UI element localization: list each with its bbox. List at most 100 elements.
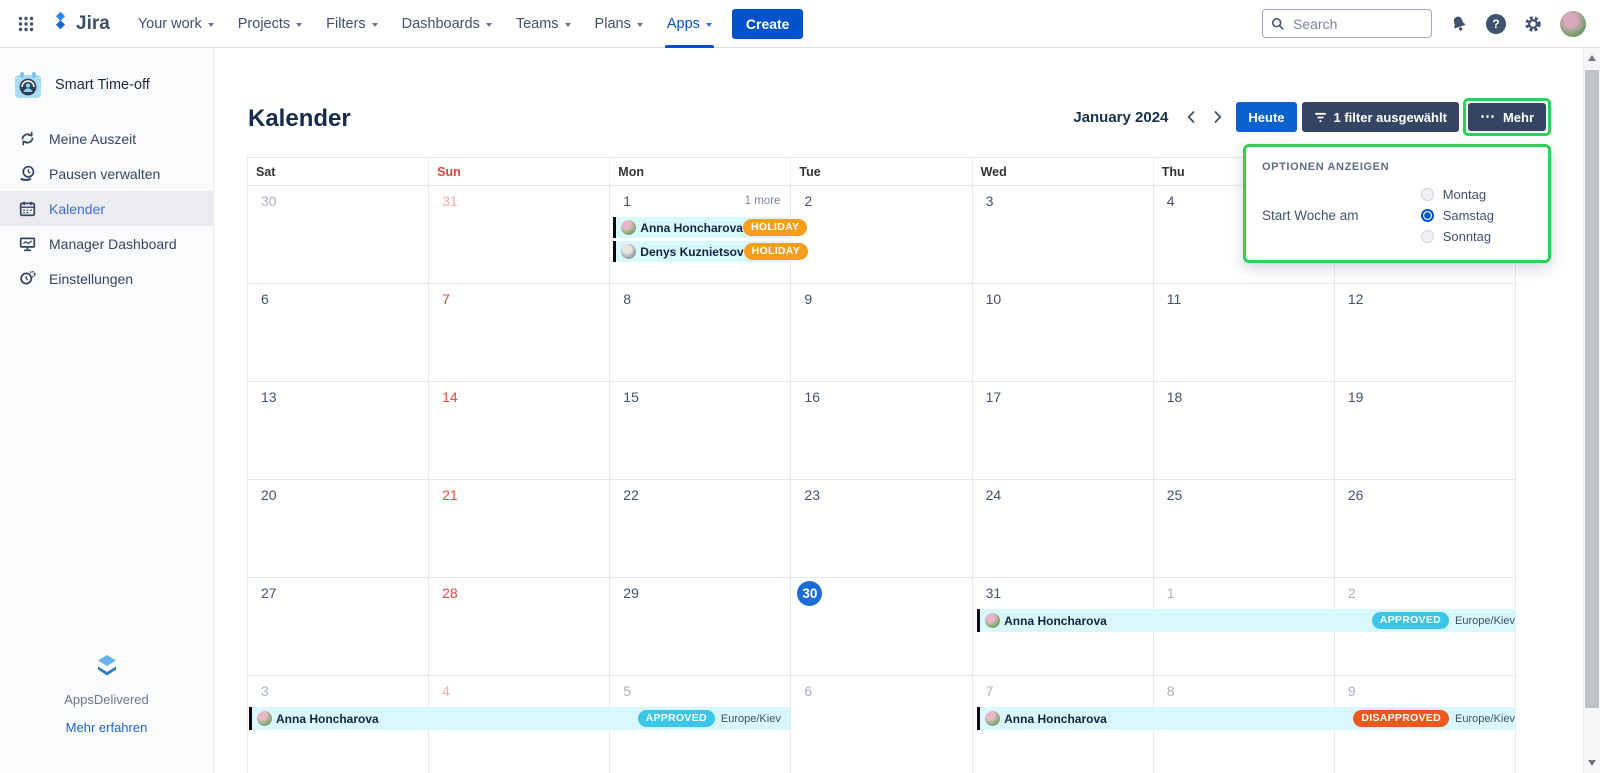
sidebar-item-manager-dashboard[interactable]: Manager Dashboard — [0, 226, 213, 261]
scrollbar-thumb[interactable] — [1585, 70, 1599, 708]
radio-unselected-icon[interactable] — [1421, 230, 1434, 243]
day-cell[interactable]: 20 — [248, 479, 429, 577]
nav-dashboards[interactable]: Dashboards — [390, 0, 504, 48]
filter-button-label: 1 filter ausgewählt — [1334, 110, 1447, 125]
day-cell[interactable]: 15 — [610, 381, 791, 479]
date-number: 11 — [1167, 291, 1182, 307]
radio-selected-icon[interactable] — [1421, 209, 1434, 222]
day-cell[interactable]: 6 — [248, 283, 429, 381]
nav-your-work[interactable]: Your work — [126, 0, 226, 48]
day-cell[interactable]: 19 — [1335, 381, 1516, 479]
day-cell[interactable]: 23 — [791, 479, 972, 577]
more-button[interactable]: ⋯ Mehr — [1468, 103, 1546, 131]
nav-projects[interactable]: Projects — [226, 0, 314, 48]
day-cell[interactable]: 2 — [791, 185, 972, 283]
radio-option-montag[interactable]: Montag — [1421, 184, 1494, 205]
chevron-down-icon — [372, 23, 378, 27]
day-cell[interactable]: 18 — [1154, 381, 1335, 479]
app-switcher-icon[interactable] — [10, 8, 42, 40]
user-avatar[interactable] — [1560, 11, 1586, 37]
date-number: 6 — [261, 291, 269, 307]
day-cell[interactable]: 16 — [791, 381, 972, 479]
date-number: 23 — [804, 487, 820, 503]
day-cell[interactable]: 31 — [429, 185, 610, 283]
day-cell[interactable]: 3 — [973, 185, 1154, 283]
calendar-weeks: 303111 moreAnna HoncharovaHOLIDAYDenys K… — [248, 185, 1516, 773]
search-input[interactable] — [1263, 16, 1431, 32]
next-month-button[interactable] — [1204, 104, 1230, 130]
date-number: 30 — [261, 193, 277, 209]
day-cell[interactable]: 11 — [1154, 283, 1335, 381]
date-number: 1 — [623, 193, 631, 209]
day-cell[interactable]: 10 — [973, 283, 1154, 381]
sidebar-item-label: Einstellungen — [49, 271, 133, 287]
filter-icon — [1314, 112, 1327, 123]
mehr-erfahren-link[interactable]: Mehr erfahren — [66, 720, 148, 735]
day-cell[interactable]: 22 — [610, 479, 791, 577]
day-cell[interactable]: 14 — [429, 381, 610, 479]
day-cell[interactable]: 7 — [429, 283, 610, 381]
radio-option-samstag[interactable]: Samstag — [1421, 205, 1494, 226]
create-button[interactable]: Create — [732, 9, 804, 39]
date-number: 4 — [1167, 193, 1175, 209]
date-number: 25 — [1167, 487, 1183, 503]
filter-button[interactable]: 1 filter ausgewählt — [1302, 102, 1459, 132]
radio-option-sonntag[interactable]: Sonntag — [1421, 226, 1494, 247]
prev-month-button[interactable] — [1178, 104, 1204, 130]
calendar-icon — [18, 200, 36, 217]
date-number: 2 — [1348, 585, 1356, 601]
settings-gear-icon[interactable] — [1523, 14, 1543, 34]
day-cell[interactable]: 1 1 more Anna HoncharovaHOLIDAY Denys Kuzni… — [610, 185, 791, 283]
scroll-up-arrow[interactable] — [1584, 55, 1600, 61]
scroll-down-arrow[interactable] — [1584, 760, 1600, 766]
day-cell[interactable]: 24 — [973, 479, 1154, 577]
nav-apps[interactable]: Apps — [655, 0, 724, 48]
appsdelivered-brand: AppsDelivered — [0, 692, 213, 707]
nav-plans[interactable]: Plans — [583, 0, 655, 48]
day-cell[interactable]: 9 — [791, 283, 972, 381]
search-box[interactable] — [1262, 9, 1432, 38]
app-header: Smart Time-off — [0, 48, 213, 121]
week-row: 13141516171819 — [248, 381, 1516, 479]
event-bar[interactable]: Anna HoncharovaDISAPPROVEDEurope/Kiev — [977, 707, 1516, 730]
nav-filters[interactable]: Filters — [314, 0, 389, 48]
event-bar[interactable]: Anna HoncharovaAPPROVEDEurope/Kiev — [249, 707, 790, 730]
help-icon[interactable]: ? — [1486, 14, 1506, 34]
sidebar-item-meine-auszeit[interactable]: Meine Auszeit — [0, 121, 213, 156]
day-cell[interactable]: 8 — [610, 283, 791, 381]
day-cell[interactable]: 25 — [1154, 479, 1335, 577]
day-cell[interactable]: 30 — [791, 577, 972, 675]
date-number: 6 — [804, 683, 812, 699]
date-number: 10 — [986, 291, 1002, 307]
day-header-wed: Wed — [973, 158, 1154, 185]
day-cell[interactable]: 29 — [610, 577, 791, 675]
event-bar[interactable]: Anna HoncharovaAPPROVEDEurope/Kiev — [977, 609, 1516, 632]
jira-logo-icon — [50, 10, 71, 37]
topnav-right: ? — [1262, 9, 1586, 38]
day-header-tue: Tue — [791, 158, 972, 185]
sidebar-item-kalender[interactable]: Kalender — [0, 191, 213, 226]
event-chip[interactable]: Denys KuznietsovHOLIDAY — [613, 241, 790, 262]
sidebar-item-pausen-verwalten[interactable]: Pausen verwalten — [0, 156, 213, 191]
day-cell[interactable]: 21 — [429, 479, 610, 577]
event-chip[interactable]: Anna HoncharovaHOLIDAY — [613, 217, 790, 238]
month-label: January 2024 — [1073, 109, 1168, 126]
ellipsis-icon: ⋯ — [1480, 107, 1496, 125]
day-cell[interactable]: 30 — [248, 185, 429, 283]
radio-unselected-icon[interactable] — [1421, 188, 1434, 201]
more-events-link[interactable]: 1 more — [745, 195, 781, 207]
day-cell[interactable]: 13 — [248, 381, 429, 479]
day-cell[interactable]: 26 — [1335, 479, 1516, 577]
day-cell[interactable]: 27 — [248, 577, 429, 675]
today-button[interactable]: Heute — [1236, 102, 1296, 132]
day-cell[interactable]: 6 — [791, 675, 972, 773]
day-header-sun: Sun — [429, 158, 610, 185]
day-cell[interactable]: 28 — [429, 577, 610, 675]
nav-teams[interactable]: Teams — [504, 0, 583, 48]
notifications-icon[interactable] — [1449, 14, 1469, 34]
day-cell[interactable]: 12 — [1335, 283, 1516, 381]
jira-logo[interactable]: Jira — [50, 10, 110, 37]
day-cell[interactable]: 17 — [973, 381, 1154, 479]
sidebar-item-einstellungen[interactable]: Einstellungen — [0, 261, 213, 296]
vertical-scrollbar[interactable] — [1583, 48, 1600, 773]
